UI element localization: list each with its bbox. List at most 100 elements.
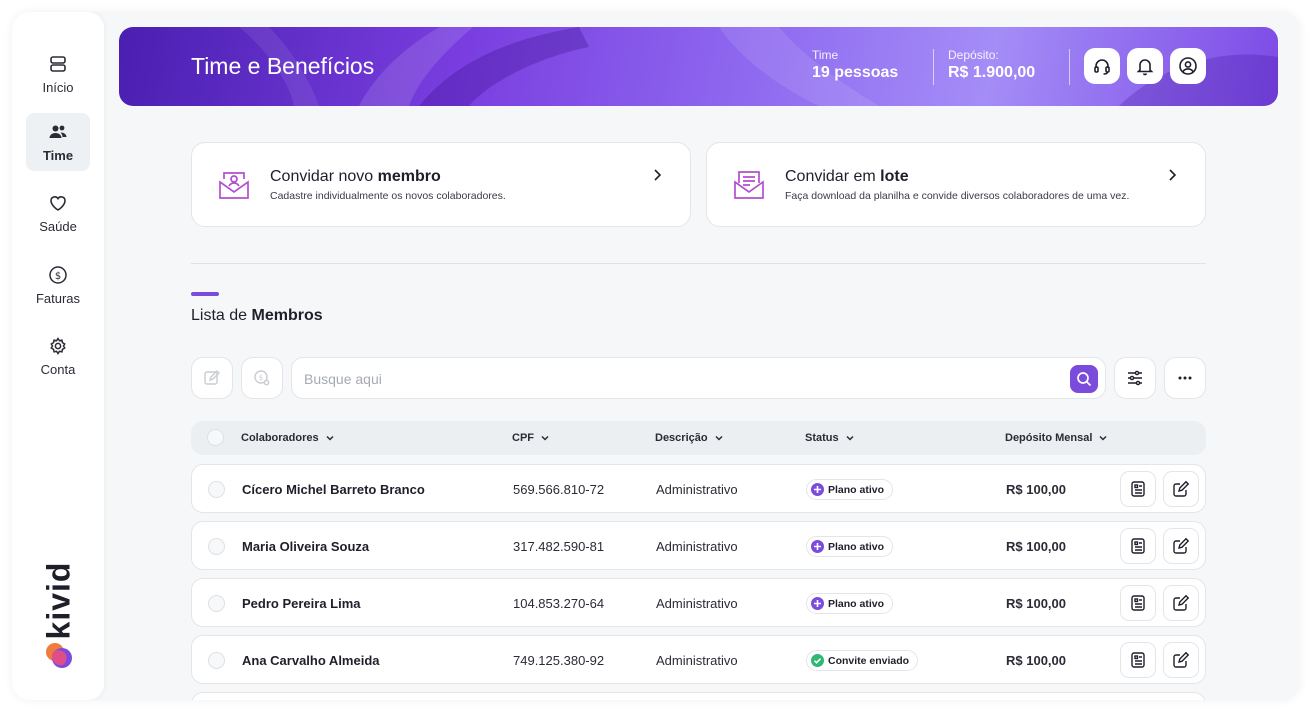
member-description: Administrativo [656, 596, 738, 611]
invite-subtitle: Faça download da planilha e convide dive… [785, 190, 1130, 202]
list-title-prefix: Lista de [191, 307, 252, 324]
check-circle-icon [811, 654, 824, 667]
member-cpf: 749.125.380-92 [513, 653, 605, 668]
chevron-down-icon [541, 435, 549, 441]
logo-mark-icon [46, 643, 72, 668]
search-input[interactable] [304, 368, 1054, 390]
status-badge: Convite enviado [806, 650, 919, 671]
col-status[interactable]: Status [805, 432, 855, 444]
dollar-icon: $ [49, 265, 67, 284]
row-checkbox[interactable] [208, 652, 225, 669]
chevron-down-icon [326, 435, 334, 441]
row-checkbox[interactable] [208, 538, 225, 555]
search-icon [1077, 372, 1092, 387]
logo-text: kivid [40, 561, 77, 640]
title-prefix: Time e [191, 53, 267, 79]
page-title: Time e Benefícios [191, 53, 374, 80]
user-icon [1179, 57, 1197, 75]
sidebar-item-faturas[interactable]: $ Faturas [26, 256, 90, 314]
sidebar-item-label: Início [42, 79, 74, 95]
notifications-button[interactable] [1127, 48, 1163, 84]
sidebar-item-saude[interactable]: Saúde [26, 184, 90, 242]
invite-batch-card[interactable]: Convidar em lote Faça download da planil… [706, 142, 1206, 227]
filter-button[interactable] [1114, 357, 1156, 399]
edit-button[interactable] [1163, 642, 1199, 678]
table-row[interactable]: Cícero Michel Barreto Branco 569.566.810… [191, 464, 1206, 513]
deposit-label: Depósito: [948, 48, 999, 62]
edit-icon [1173, 651, 1190, 668]
sidebar-item-conta[interactable]: Conta [26, 327, 90, 385]
table-row[interactable]: Maria Oliveira Souza 317.482.590-81 Admi… [191, 521, 1206, 570]
member-name: Ana Carvalho Almeida [242, 653, 380, 668]
table-row[interactable]: Pedro Pereira Lima 104.853.270-64 Admini… [191, 578, 1206, 627]
heart-icon [50, 195, 66, 211]
col-colaboradores[interactable]: Colaboradores [241, 432, 335, 444]
edit-icon [1173, 594, 1190, 611]
users-icon [49, 125, 67, 138]
chevron-down-icon [1099, 435, 1107, 441]
member-name: Maria Oliveira Souza [242, 539, 370, 554]
team-value: 19 pessoas [812, 64, 899, 81]
column-label: CPF [512, 432, 534, 444]
more-options-button[interactable] [1164, 357, 1206, 399]
svg-text:$: $ [259, 374, 263, 382]
stat-divider [933, 49, 934, 85]
chevron-down-icon [846, 435, 854, 441]
edit-icon [1173, 537, 1190, 554]
plus-circle-icon [811, 597, 824, 610]
support-button[interactable] [1084, 48, 1120, 84]
member-cpf: 317.482.590-81 [513, 539, 605, 554]
member-description: Administrativo [656, 653, 738, 668]
member-cpf: 104.853.270-64 [513, 596, 605, 611]
header-banner: Time e Benefícios Time 19 pessoas Depósi… [119, 27, 1278, 106]
section-accent [191, 292, 219, 296]
details-button[interactable] [1120, 471, 1156, 507]
edit-button[interactable] [1163, 585, 1199, 621]
edit-button[interactable] [1163, 528, 1199, 564]
row-checkbox[interactable] [208, 595, 225, 612]
team-label: Time [812, 48, 839, 62]
chevron-down-icon [715, 435, 723, 441]
status-label: Plano ativo [828, 540, 885, 553]
status-label: Plano ativo [828, 597, 885, 610]
edit-button[interactable] [1163, 471, 1199, 507]
team-stat: Time 19 pessoas [812, 48, 898, 82]
invite-title-bold: lote [880, 168, 909, 185]
col-deposito-mensal[interactable]: Depósito Mensal [1005, 432, 1108, 444]
col-cpf[interactable]: CPF [512, 432, 550, 444]
profile-button[interactable] [1170, 48, 1206, 84]
invite-title-bold: membro [377, 168, 441, 185]
details-button[interactable] [1120, 585, 1156, 621]
document-list-icon [1131, 481, 1145, 497]
table-row[interactable]: Ana Carvalho Almeida 749.125.380-92 Admi… [191, 635, 1206, 684]
kivid-logo: kivid [40, 542, 77, 672]
search-button[interactable] [1070, 365, 1098, 393]
row-checkbox[interactable] [208, 481, 225, 498]
bulk-edit-button[interactable] [191, 357, 233, 399]
sidebar-item-label: Time [42, 147, 74, 163]
select-all-checkbox[interactable] [207, 429, 224, 446]
status-badge: Plano ativo [806, 593, 894, 614]
col-descricao[interactable]: Descrição [655, 432, 724, 444]
invite-title-prefix: Convidar em [785, 168, 881, 185]
column-label: Descrição [655, 432, 708, 444]
invite-member-card[interactable]: Convidar novo membro Cadastre individual… [191, 142, 691, 227]
sidebar-item-time[interactable]: Time [26, 113, 90, 171]
status-label: Plano ativo [828, 483, 885, 496]
status-label: Convite enviado [828, 654, 910, 667]
member-deposit: R$ 100,00 [1006, 482, 1066, 497]
svg-text:$: $ [55, 271, 61, 282]
details-button[interactable] [1120, 642, 1156, 678]
member-description: Administrativo [656, 539, 738, 554]
sidebar-item-inicio[interactable]: Início [26, 45, 90, 103]
document-list-icon [1131, 595, 1145, 611]
status-badge: Plano ativo [806, 536, 894, 557]
plus-circle-icon [811, 483, 824, 496]
sidebar-item-label: Saúde [39, 218, 77, 234]
edit-icon [204, 370, 220, 385]
member-name: Cícero Michel Barreto Branco [242, 482, 425, 497]
table-row[interactable] [191, 692, 1206, 700]
list-title: Lista de Membros [191, 307, 323, 325]
bulk-deposit-button[interactable]: $ [241, 357, 283, 399]
details-button[interactable] [1120, 528, 1156, 564]
